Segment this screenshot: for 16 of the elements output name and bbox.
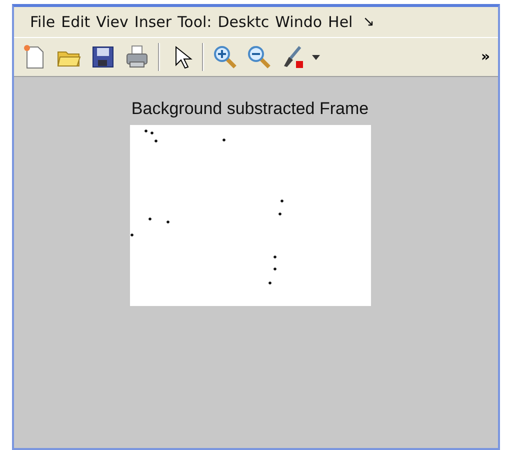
menu-item[interactable]: Inser: [134, 13, 172, 31]
menu-overflow-button[interactable]: ↘: [362, 14, 374, 30]
figure-title: Background substracted Frame: [131, 99, 369, 119]
menu-item[interactable]: Edit: [61, 13, 90, 31]
toolbar-overflow-button[interactable]: »: [480, 49, 490, 65]
print-icon[interactable]: [124, 44, 150, 70]
menu-item[interactable]: Windo: [275, 13, 322, 31]
save-icon[interactable]: [90, 44, 116, 70]
zoom-out-icon[interactable]: [246, 44, 272, 70]
menu-item[interactable]: Tool:: [178, 13, 212, 31]
menu-item[interactable]: File: [30, 13, 56, 31]
menu-item[interactable]: Desktc: [218, 13, 270, 31]
menu-item[interactable]: Viev: [96, 13, 128, 31]
menu-item[interactable]: Hel: [328, 13, 353, 31]
zoom-in-icon[interactable]: [212, 44, 238, 70]
caret-icon[interactable]: [312, 54, 320, 60]
